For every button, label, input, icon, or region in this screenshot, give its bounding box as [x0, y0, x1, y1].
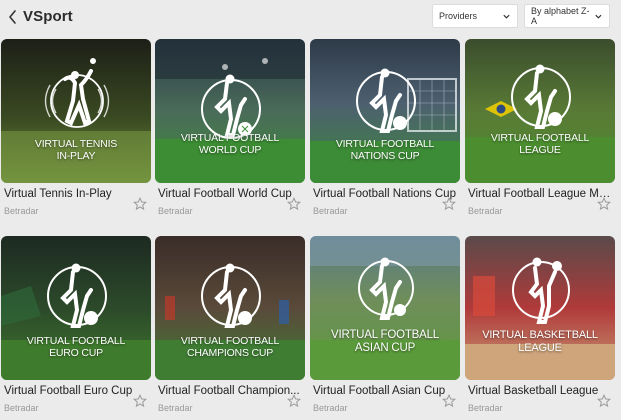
thumbnail-caption-line1: VIRTUAL FOOTBALL: [26, 335, 126, 347]
thumbnail-caption-line1: VIRTUAL FOOTBALL: [180, 335, 280, 347]
football-thumbnail-art: [155, 39, 305, 183]
game-title[interactable]: Virtual Football Euro Cup: [4, 385, 150, 397]
star-icon[interactable]: [442, 394, 456, 408]
thumbnail-caption-line1: VIRTUAL TENNIS: [34, 138, 118, 150]
football-thumbnail-art: [465, 39, 615, 183]
game-thumbnail[interactable]: VIRTUAL FOOTBALL CHAMPIONS CUP: [155, 236, 305, 380]
star-icon[interactable]: [597, 197, 611, 211]
game-thumbnail[interactable]: VIRTUAL FOOTBALL LEAGUE: [465, 39, 615, 183]
game-thumbnail[interactable]: VIRTUAL FOOTBALL ASIAN CUP: [310, 236, 460, 380]
game-provider: Betradar: [468, 206, 503, 216]
game-provider: Betradar: [4, 403, 39, 413]
game-title[interactable]: Virtual Football Champion...: [158, 385, 304, 397]
game-title[interactable]: Virtual Football World Cup: [158, 188, 304, 200]
game-thumbnail[interactable]: VIRTUAL BASKETBALL LEAGUE: [465, 236, 615, 380]
sort-dropdown-label: By alphabet Z-A: [531, 6, 590, 26]
sort-dropdown[interactable]: By alphabet Z-A: [524, 4, 610, 28]
game-title[interactable]: Virtual Football Nations Cup: [313, 188, 459, 200]
game-provider: Betradar: [158, 403, 193, 413]
top-bar: VSport Providers By alphabet Z-A: [0, 0, 621, 34]
star-icon[interactable]: [287, 394, 301, 408]
star-icon[interactable]: [597, 394, 611, 408]
thumbnail-caption-line2: EURO CUP: [49, 347, 103, 359]
thumbnail-caption-line2: WORLD CUP: [198, 144, 262, 156]
page-title: VSport: [23, 8, 73, 25]
chevron-left-icon[interactable]: [6, 8, 20, 26]
thumbnail-caption-line1: VIRTUAL BASKETBALL: [482, 329, 598, 341]
game-title[interactable]: Virtual Football Asian Cup: [313, 385, 459, 397]
game-provider: Betradar: [313, 403, 348, 413]
providers-dropdown-label: Providers: [439, 11, 478, 21]
star-icon[interactable]: [133, 197, 147, 211]
game-provider: Betradar: [158, 206, 193, 216]
thumbnail-caption-line2: LEAGUE: [519, 144, 561, 156]
star-icon[interactable]: [442, 197, 456, 211]
thumbnail-caption-line1: VIRTUAL FOOTBALL: [490, 132, 590, 144]
game-title[interactable]: Virtual Tennis In-Play: [4, 188, 150, 200]
game-provider: Betradar: [313, 206, 348, 216]
thumbnail-caption-line2: CHAMPIONS CUP: [186, 347, 274, 359]
game-thumbnail[interactable]: VIRTUAL FOOTBALL EURO CUP: [1, 236, 151, 380]
basketball-thumbnail-art: [465, 236, 615, 380]
thumbnail-caption-line2: IN-PLAY: [56, 150, 96, 162]
game-provider: Betradar: [4, 206, 39, 216]
thumbnail-caption-line1: VIRTUAL FOOTBALL: [335, 138, 435, 150]
game-title[interactable]: Virtual Basketball League: [468, 385, 614, 397]
thumbnail-caption-line2: LEAGUE: [518, 342, 562, 354]
game-thumbnail[interactable]: VIRTUAL FOOTBALL NATIONS CUP: [310, 39, 460, 183]
game-thumbnail[interactable]: VIRTUAL FOOTBALL WORLD CUP: [155, 39, 305, 183]
thumbnail-caption-line2: ASIAN CUP: [354, 342, 416, 354]
chevron-down-icon: [595, 14, 602, 19]
game-title[interactable]: Virtual Football League Mo...: [468, 188, 614, 200]
providers-dropdown[interactable]: Providers: [432, 4, 518, 28]
star-icon[interactable]: [287, 197, 301, 211]
football-thumbnail-art: [310, 236, 460, 380]
thumbnail-caption-line1: VIRTUAL FOOTBALL: [180, 132, 280, 144]
chevron-down-icon: [503, 14, 510, 19]
game-provider: Betradar: [468, 403, 503, 413]
thumbnail-caption-line1: VIRTUAL FOOTBALL: [331, 329, 439, 341]
star-icon[interactable]: [133, 394, 147, 408]
game-thumbnail[interactable]: VIRTUAL TENNIS IN-PLAY: [1, 39, 151, 183]
thumbnail-caption-line2: NATIONS CUP: [350, 150, 420, 162]
